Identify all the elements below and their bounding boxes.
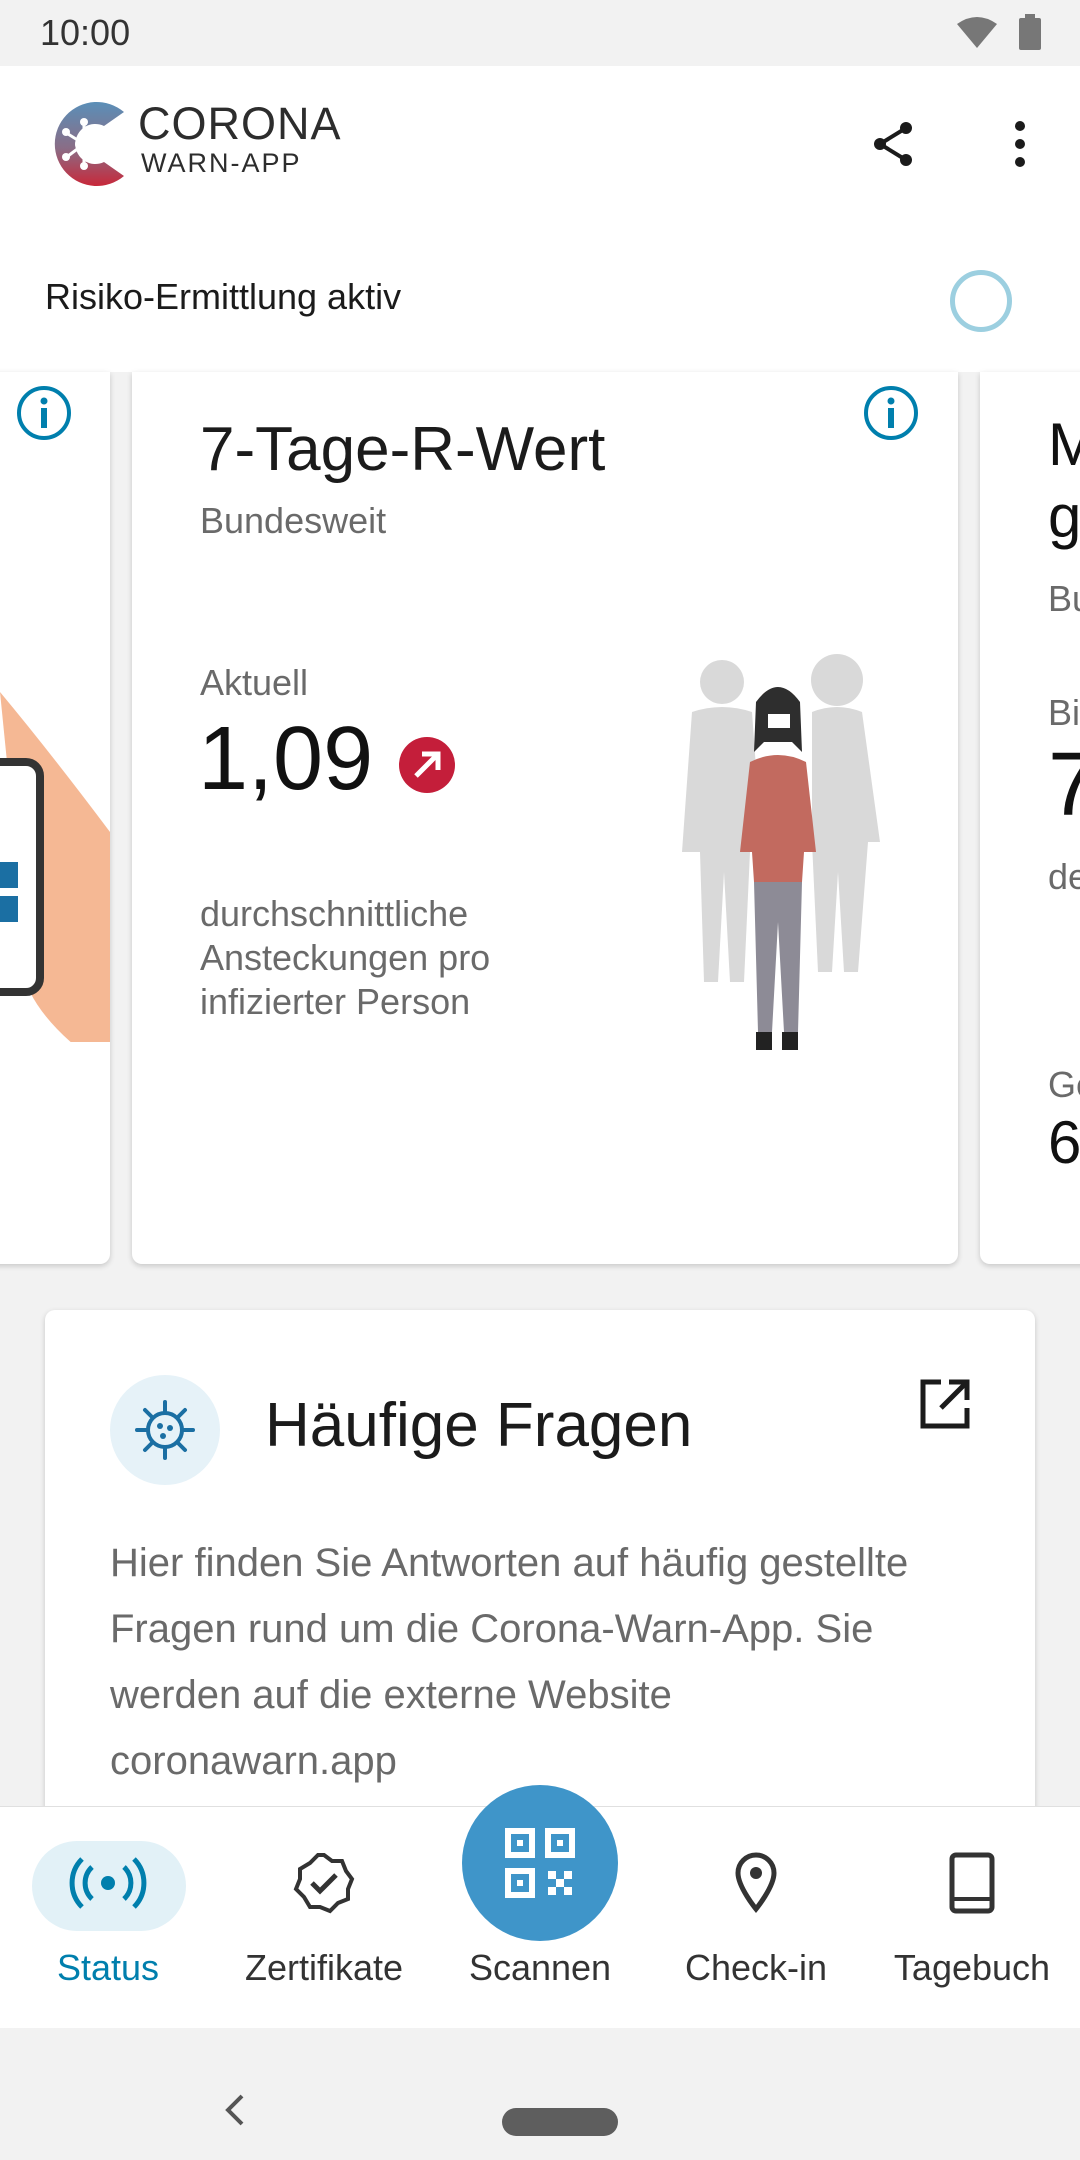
nav-item-zertifikate[interactable]: Zertifikate [216, 1807, 432, 2029]
nav-item-scannen[interactable]: Scannen [432, 1785, 648, 2029]
statistics-card-next[interactable]: M g Bu Bi 7 de Ge 6 [980, 372, 1080, 1264]
phone-in-hand-illustration [0, 692, 110, 1042]
risk-status-label[interactable]: Risiko-Ermittlung aktiv [45, 276, 401, 318]
faq-icon-container [110, 1375, 220, 1485]
r-value-card[interactable]: 7-Tage-R-Wert Bundesweit Aktuell 1,09 du… [132, 372, 958, 1264]
risk-progress-indicator [950, 270, 1012, 332]
nav-label-scannen: Scannen [468, 1947, 612, 1988]
peek-title-line2: g [1048, 483, 1080, 550]
info-icon[interactable] [15, 384, 73, 442]
nav-label-tagebuch: Tagebuch [893, 1947, 1051, 1988]
logo-title: CORONA [138, 98, 342, 149]
nav-label-checkin: Check-in [684, 1947, 828, 1988]
app-header: CORONA WARN-APP Risiko-Ermittlung aktiv [0, 66, 1080, 372]
bottom-navigation: Status Zertifikate Scannen Check-in Tage… [0, 1785, 1080, 2029]
faq-title: Häufige Fragen [265, 1391, 693, 1460]
people-illustration [682, 654, 880, 1050]
overflow-menu-icon[interactable] [1000, 118, 1040, 170]
location-pin-icon [735, 1852, 777, 1913]
logo-subtitle: WARN-APP [141, 148, 302, 178]
book-icon [949, 1852, 995, 1914]
peek-value2: 6 [1048, 1109, 1080, 1176]
faq-description: Hier finden Sie Antworten auf häufig ges… [110, 1541, 909, 1783]
corona-warn-app-logo [54, 102, 124, 186]
status-bar: 10:00 [0, 0, 1080, 66]
nav-item-checkin[interactable]: Check-in [648, 1807, 864, 2029]
trend-up-icon [399, 737, 455, 793]
current-label: Aktuell [200, 662, 309, 703]
peek-label2: Ge [1048, 1064, 1080, 1105]
battery-icon [1019, 14, 1041, 50]
card-subtitle: Bundesweit [200, 500, 387, 541]
peek-title-line1: M [1048, 411, 1080, 478]
r-value: 1,09 [198, 709, 374, 809]
home-handle[interactable] [502, 2108, 618, 2136]
peek-label: Bi [1048, 692, 1080, 733]
share-icon[interactable] [868, 118, 920, 170]
peek-value: 7 [1048, 735, 1080, 835]
back-icon[interactable] [222, 2092, 246, 2128]
certificate-icon [293, 1853, 355, 1914]
statistics-card-previous[interactable] [0, 372, 110, 1264]
nav-label-zertifikate: Zertifikate [244, 1947, 404, 1988]
status-time: 10:00 [40, 12, 131, 53]
status-broadcast-icon [69, 1857, 147, 1909]
system-navigation-bar [0, 2028, 1080, 2160]
wifi-icon [957, 17, 997, 48]
card-title: 7-Tage-R-Wert [200, 415, 606, 484]
nav-item-tagebuch[interactable]: Tagebuch [864, 1807, 1080, 2029]
peek-subtitle: Bu [1048, 578, 1080, 619]
peek-description: de [1048, 856, 1080, 897]
external-link-icon[interactable] [917, 1376, 973, 1432]
nav-item-status[interactable]: Status [0, 1807, 216, 2029]
virus-icon [135, 1400, 195, 1460]
nav-label-status: Status [56, 1947, 160, 1988]
card-description: durchschnittliche Ansteckungen pro infiz… [200, 893, 491, 1022]
info-icon[interactable] [862, 384, 920, 442]
qr-code-icon [505, 1828, 575, 1898]
scan-fab-button[interactable] [462, 1785, 618, 1941]
